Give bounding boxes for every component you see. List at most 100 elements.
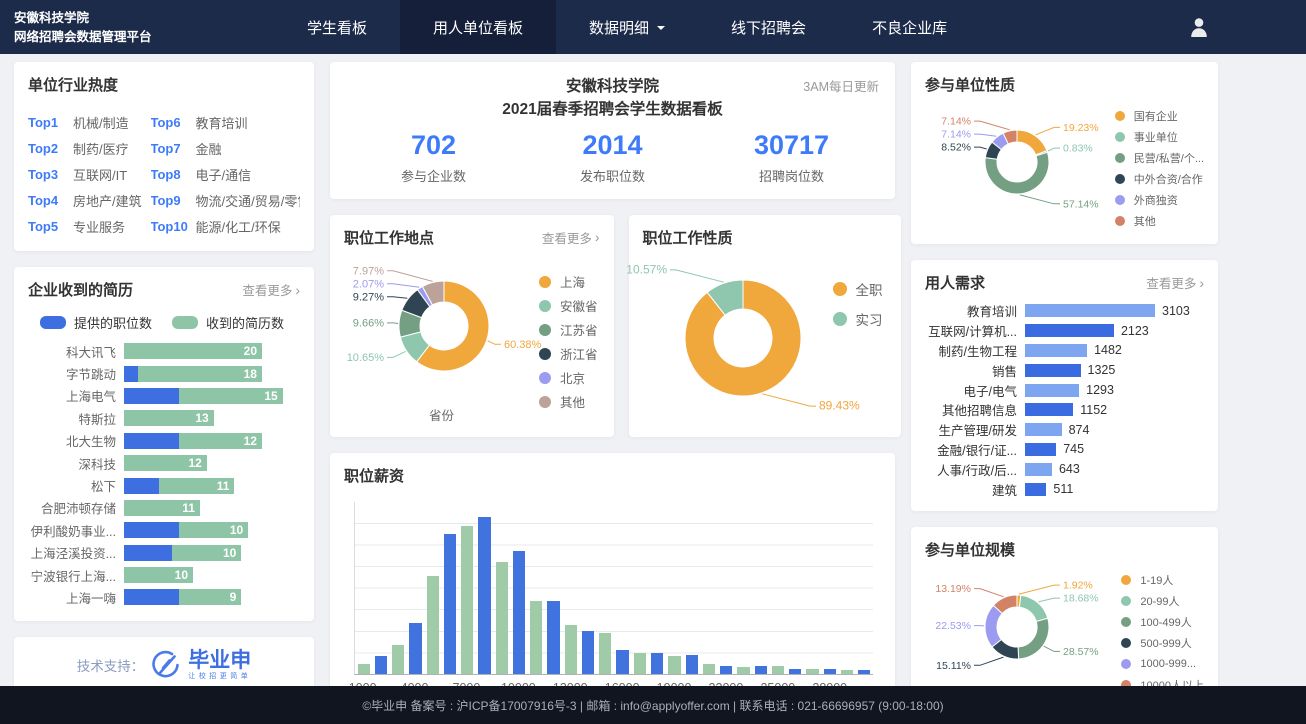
view-more-link[interactable]: 查看更多 › xyxy=(242,280,300,299)
industry-item: Top8电子/通信 xyxy=(151,161,300,187)
legend-item[interactable]: 全职 xyxy=(833,274,883,304)
donut-chart: 1.92%18.68%28.57%15.11%22.53%13.19% xyxy=(925,560,1105,686)
stacked-bar: 10 xyxy=(124,567,193,583)
slice-percent-label: 89.43% xyxy=(819,398,860,412)
legend-item[interactable]: 外商独资 xyxy=(1115,189,1204,210)
view-more-link[interactable]: 查看更多 › xyxy=(1146,273,1204,292)
legend-item[interactable]: 500-999人 xyxy=(1121,633,1204,654)
kpi-stat: 30717招聘岗位数 xyxy=(702,130,881,185)
biyeshen-logo-text[interactable]: 毕业申 让校招更简单 xyxy=(188,650,251,680)
legend-item[interactable]: 提供的职位数 xyxy=(40,313,152,332)
x-tick-label: 25000 xyxy=(760,681,795,687)
legend-item[interactable]: 10000人以上 xyxy=(1121,675,1204,686)
demand-label: 生产管理/研发 xyxy=(925,420,1025,439)
industry-name: 教育培训 xyxy=(196,113,248,132)
nav-item-5[interactable]: 不良企业库 xyxy=(839,0,980,54)
legend-dot xyxy=(1115,216,1125,226)
nav-item-label: 数据明细 xyxy=(589,17,649,38)
brand-logo[interactable]: 安徽科技学院 网络招聘会数据管理平台 xyxy=(0,0,232,54)
legend-item[interactable]: 上海 xyxy=(539,270,598,294)
histogram-bar xyxy=(513,551,525,673)
legend-item[interactable]: 国有企业 xyxy=(1115,105,1204,126)
jobs-segment xyxy=(124,478,159,494)
demand-bar xyxy=(1025,324,1114,337)
company-label: 深科技 xyxy=(28,454,124,473)
label-leader-line xyxy=(1020,195,1060,204)
legend-item[interactable]: 其他 xyxy=(539,390,598,414)
legend-dot xyxy=(539,348,551,360)
user-avatar-button[interactable] xyxy=(1188,0,1210,54)
legend-item[interactable]: 其他 xyxy=(1115,210,1204,231)
demand-bar xyxy=(1025,344,1087,357)
jobs-segment xyxy=(124,589,179,605)
kpi-label: 参与企业数 xyxy=(344,166,523,185)
legend-label: 20-99人 xyxy=(1140,593,1179,609)
x-tick-label: 13000 xyxy=(553,681,588,687)
legend-dot xyxy=(1121,596,1131,606)
legend-label: 实习 xyxy=(856,309,883,329)
legend-dot xyxy=(1115,111,1125,121)
industry-heat-list: Top1机械/制造Top2制药/医疗Top3互联网/ITTop4房地产/建筑To… xyxy=(28,109,300,239)
legend-item[interactable]: 事业单位 xyxy=(1115,126,1204,147)
chart-legend: 1-19人 20-99人 100-499人 500-999人1000-999...10… xyxy=(1121,570,1204,686)
industry-rank: Top9 xyxy=(151,193,196,208)
legend-item[interactable]: 1-19人 xyxy=(1121,570,1204,591)
nav-item-4[interactable]: 线下招聘会 xyxy=(698,0,839,54)
legend-item[interactable]: 北京 xyxy=(539,366,598,390)
x-tick-label: 19000 xyxy=(657,681,692,687)
axis-label: 省份 xyxy=(429,405,454,424)
company-label: 特斯拉 xyxy=(28,409,124,428)
legend-label: 100-499人 xyxy=(1140,614,1191,630)
histogram-bar xyxy=(634,653,646,673)
demand-value: 3103 xyxy=(1162,304,1190,318)
x-tick-label: 10000 xyxy=(501,681,536,687)
company-label: 合肥沛顿存储 xyxy=(28,498,124,517)
legend-item[interactable]: 中外合资/合作 xyxy=(1115,168,1204,189)
industry-item: Top2制药/医疗 xyxy=(28,135,151,161)
industry-name: 物流/交通/贸易/零售 xyxy=(196,191,300,210)
stacked-bar: 10 xyxy=(124,545,241,561)
section-title: 职位薪资 xyxy=(344,465,881,486)
legend-item[interactable]: 100-499人 xyxy=(1121,612,1204,633)
nav-item-1[interactable]: 学生看板 xyxy=(274,0,400,54)
table-row: 合肥沛顿存储11 xyxy=(28,497,300,519)
histogram-bar xyxy=(755,666,767,674)
company-label: 伊利酸奶事业... xyxy=(28,521,124,540)
industry-rank: Top5 xyxy=(28,219,73,234)
legend-dot xyxy=(1115,195,1125,205)
legend-swatch xyxy=(40,316,66,329)
label-leader-line xyxy=(974,134,996,136)
kpi-stat: 702参与企业数 xyxy=(344,130,523,185)
resumes-segment: 20 xyxy=(124,343,262,359)
resumes-segment: 9 xyxy=(179,589,241,605)
legend-item[interactable]: 1000-999... xyxy=(1121,654,1204,675)
legend-item[interactable]: 浙江省 xyxy=(539,342,598,366)
legend-item[interactable]: 收到的简历数 xyxy=(172,313,284,332)
nav-item-2[interactable]: 用人单位看板 xyxy=(400,0,556,54)
slice-percent-label: 7.14% xyxy=(941,129,971,141)
slice-percent-label: 1.92% xyxy=(1063,580,1093,592)
legend-item[interactable]: 实习 xyxy=(833,304,883,334)
donut-chart: 60.38%10.65%9.66%9.27%2.07%7.97% xyxy=(344,248,539,400)
slice-percent-label: 15.11% xyxy=(936,660,971,672)
legend-item[interactable]: 江苏省 xyxy=(539,318,598,342)
label-leader-line xyxy=(488,340,501,344)
resumes-segment: 18 xyxy=(138,366,262,382)
company-label: 上海一嗨 xyxy=(28,588,124,607)
nav-item-3[interactable]: 数据明细 xyxy=(556,0,698,54)
histogram-bar xyxy=(547,601,559,673)
demand-value: 874 xyxy=(1069,423,1090,437)
legend-item[interactable]: 20-99人 xyxy=(1121,591,1204,612)
x-tick-label: 16000 xyxy=(605,681,640,687)
slice-percent-label: 10.57% xyxy=(626,262,667,276)
job-worktype-donut: 89.43%10.57% xyxy=(643,248,833,425)
stacked-bar: 12 xyxy=(124,455,207,471)
view-more-link[interactable]: 查看更多 › xyxy=(542,228,600,247)
industry-item: Top9物流/交通/贸易/零售 xyxy=(151,187,300,213)
legend-item[interactable]: 安徽省 xyxy=(539,294,598,318)
table-row: 特斯拉13 xyxy=(28,407,300,429)
histogram-bar xyxy=(444,534,456,674)
table-row: 制药/生物工程1482 xyxy=(925,341,1204,361)
histogram-bar xyxy=(409,623,421,673)
legend-item[interactable]: 民营/私营/个... xyxy=(1115,147,1204,168)
